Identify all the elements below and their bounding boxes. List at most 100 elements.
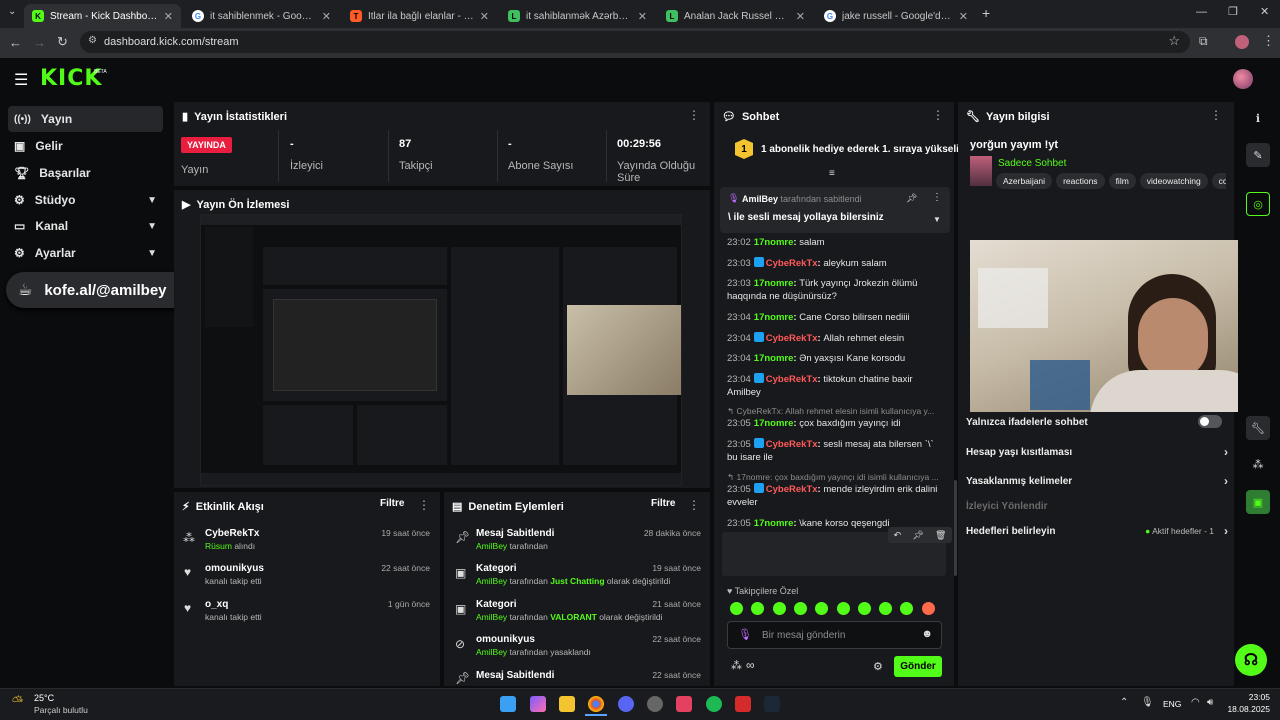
tab-kick-dashboard[interactable]: K Stream - Kick Dashboard ✕: [24, 4, 181, 28]
spotify-icon[interactable]: [706, 696, 722, 712]
emote-icon[interactable]: [772, 602, 786, 615]
chat-input[interactable]: 🎙︎ Bir mesaj gönderin ☻: [727, 621, 942, 649]
weather-temp[interactable]: 25°C: [34, 693, 54, 703]
close-icon[interactable]: ✕: [796, 10, 805, 23]
chat-username[interactable]: 17nomre: [754, 237, 794, 248]
kebab-menu-icon[interactable]: ⋮: [932, 192, 942, 203]
sidebar-item-yayin[interactable]: ((•)) Yayın: [8, 106, 163, 132]
sidebar-item-ayarlar[interactable]: ⚙ Ayarlar ▼: [8, 240, 163, 266]
tab-search-icon[interactable]: ⌄: [8, 6, 16, 17]
stream-preview-video[interactable]: KICK: [200, 214, 682, 486]
chat-scrollbar[interactable]: [954, 480, 957, 576]
chat-message[interactable]: 23:04 17nomre: Cane Corso bilirsen nediii…: [727, 311, 942, 324]
setting-row[interactable]: Hedefleri belirleyin › ● Aktif hedefler - …: [966, 524, 1228, 538]
chat-username[interactable]: 17nomre: [754, 353, 794, 364]
edit-icon[interactable]: ✎: [1246, 143, 1270, 167]
user-avatar[interactable]: [1233, 69, 1253, 89]
wifi-icon[interactable]: ◠: [1191, 697, 1200, 708]
kebab-menu-icon[interactable]: ⋮: [1210, 108, 1222, 122]
chat-message[interactable]: 23:03 CybeRekTx: aleykum salam: [727, 257, 942, 270]
chevron-down-icon[interactable]: ▼: [933, 215, 941, 224]
profile-avatar[interactable]: [1235, 35, 1249, 49]
emote-icon[interactable]: [793, 602, 807, 615]
activity-filter-button[interactable]: Filtre: [380, 498, 404, 509]
target-icon[interactable]: ◎: [1246, 192, 1270, 216]
chat-message[interactable]: 23:02 17nomre: salam: [727, 236, 942, 249]
category-link[interactable]: Sadece Sohbet: [998, 158, 1066, 169]
file-explorer-icon[interactable]: [559, 696, 575, 712]
sidebar-item-studyo[interactable]: ⚙ Stüdyo ▼: [8, 187, 163, 213]
close-icon[interactable]: ✕: [480, 10, 489, 23]
support-chat-icon[interactable]: ☊: [1235, 644, 1267, 676]
emoji-icon[interactable]: ☻: [921, 628, 933, 640]
close-icon[interactable]: ✕: [164, 10, 173, 23]
chat-username[interactable]: 17nomre: [754, 312, 794, 323]
send-button[interactable]: Gönder: [894, 656, 942, 677]
filter-lines-icon[interactable]: ≡: [829, 168, 835, 179]
tab-google-search-1[interactable]: G it sahiblenmek - Google'da Ara ✕: [184, 4, 339, 28]
chat-message[interactable]: 23:04 CybeRekTx: tiktokun chatine baxir A…: [727, 373, 942, 399]
emote-icon[interactable]: [730, 602, 743, 615]
microphone-icon[interactable]: 🎙︎: [1141, 697, 1154, 708]
chat-username[interactable]: CybeRekTx: [766, 374, 818, 385]
minimize-icon[interactable]: —: [1196, 6, 1207, 18]
gift-icon[interactable]: ⁂: [731, 659, 742, 672]
forward-icon[interactable]: →: [33, 35, 46, 50]
maximize-icon[interactable]: ❐: [1228, 5, 1238, 18]
mic-icon[interactable]: 🎙︎: [738, 628, 752, 641]
steam-icon[interactable]: [764, 696, 780, 712]
chat-reply-reference[interactable]: ↰ 17nomre: çox baxdığım yayınçı idi isim…: [727, 472, 942, 483]
tag[interactable]: co: [1211, 173, 1226, 189]
bookmark-star-icon[interactable]: ☆: [1168, 33, 1180, 49]
tag[interactable]: Azerbaijani: [996, 173, 1053, 189]
close-window-icon[interactable]: ✕: [1260, 5, 1269, 18]
volume-icon[interactable]: 🔊︎: [1207, 697, 1213, 708]
chat-username[interactable]: CybeRekTx: [766, 333, 818, 344]
toggle-switch[interactable]: [1198, 415, 1222, 428]
close-icon[interactable]: ✕: [959, 10, 968, 23]
chat-message[interactable]: 23:05 CybeRekTx: mende izleyirdim erik da…: [727, 483, 942, 509]
setting-row[interactable]: Yasaklanmış kelimeler ›: [966, 474, 1228, 488]
tray-chevron-icon[interactable]: ⌃: [1120, 697, 1128, 708]
site-info-icon[interactable]: ⚙: [88, 35, 97, 46]
browser-menu-icon[interactable]: ⋮: [1262, 33, 1275, 49]
chat-username[interactable]: 17nomre: [754, 418, 794, 429]
reload-icon[interactable]: ↻: [57, 34, 68, 50]
new-tab-icon[interactable]: +: [982, 5, 990, 21]
gear-icon[interactable]: ⚙: [873, 660, 883, 673]
url-input[interactable]: ⚙ dashboard.kick.com/stream ☆: [80, 31, 1190, 53]
gift-icon[interactable]: ⁂: [1246, 452, 1270, 476]
close-icon[interactable]: ✕: [638, 10, 647, 23]
obs-icon[interactable]: [647, 696, 663, 712]
tag[interactable]: videowatching: [1139, 173, 1208, 189]
tab-jack-russel[interactable]: L Analan Jack Russel atalan pekin ✕: [658, 4, 813, 28]
tab-google-search-2[interactable]: G jake russell - Google'da Ara ✕: [816, 4, 976, 28]
chat-message[interactable]: 23:03 17nomre: Türk yayınçı Jrokezin ölüm…: [727, 277, 942, 303]
kebab-menu-icon[interactable]: ⋮: [688, 108, 700, 122]
tf-icon[interactable]: [735, 696, 751, 712]
chat-reply-reference[interactable]: ↰ CybeRekTx: Allah rehmet elesin isimli …: [727, 406, 942, 417]
discord-icon[interactable]: [618, 696, 634, 712]
kebab-menu-icon[interactable]: ⋮: [418, 498, 430, 512]
pin-icon[interactable]: 📌︎: [906, 193, 917, 204]
pin-icon[interactable]: 📌︎: [912, 530, 923, 541]
setting-row[interactable]: Yalnızca ifadelerle sohbet: [966, 415, 1228, 428]
emote-icon[interactable]: [921, 602, 935, 615]
wrench-icon[interactable]: 🔧︎: [1246, 416, 1270, 440]
tab-it-sahiblanmak[interactable]: L it sahiblanmək Azərbaycan ▸ İt ✕: [500, 4, 655, 28]
chat-message[interactable]: 23:04 17nomre: Ən yaxşısı Kane korsodu: [727, 352, 942, 365]
chat-message[interactable]: 23:05 17nomre: çox baxdığım yayınçı idi: [727, 417, 942, 430]
sidebar-item-basarilar[interactable]: 🏆︎ Başarılar: [8, 160, 163, 186]
kebab-menu-icon[interactable]: ⋮: [688, 498, 700, 512]
chat-username[interactable]: CybeRekTx: [766, 258, 818, 269]
chat-message[interactable]: 23:05 CybeRekTx: sesli mesaj ata bilersen…: [727, 438, 942, 464]
tag[interactable]: film: [1108, 173, 1136, 189]
tag[interactable]: reactions: [1056, 173, 1105, 189]
info-icon[interactable]: ℹ: [1246, 106, 1270, 130]
windows-start-icon[interactable]: [500, 696, 516, 712]
language-indicator[interactable]: ENG: [1163, 699, 1181, 709]
emote-icon[interactable]: [857, 602, 871, 615]
back-icon[interactable]: ←: [9, 35, 22, 50]
infinity-icon[interactable]: ∞: [746, 658, 755, 672]
emote-icon[interactable]: [836, 602, 850, 615]
